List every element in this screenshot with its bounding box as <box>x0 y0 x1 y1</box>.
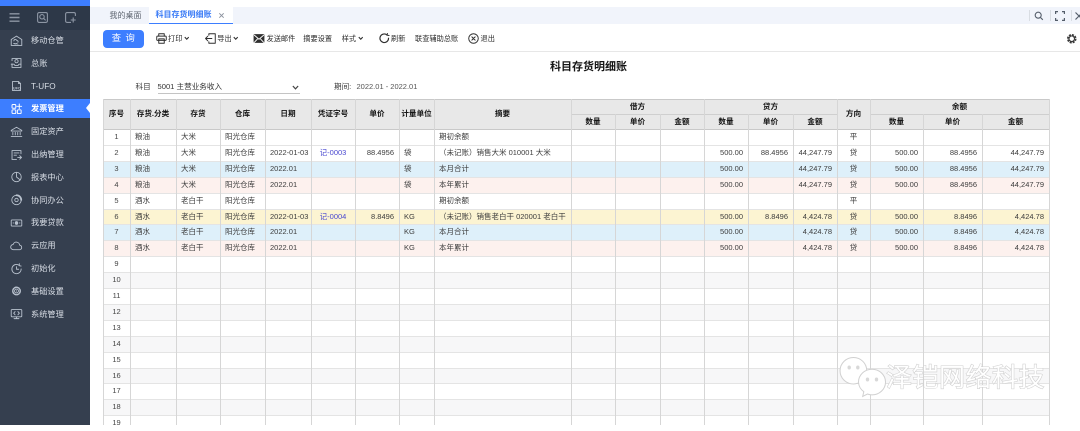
svg-text:UFO: UFO <box>12 87 20 91</box>
svg-text:泽铠网络科技: 泽铠网络科技 <box>886 358 1045 395</box>
